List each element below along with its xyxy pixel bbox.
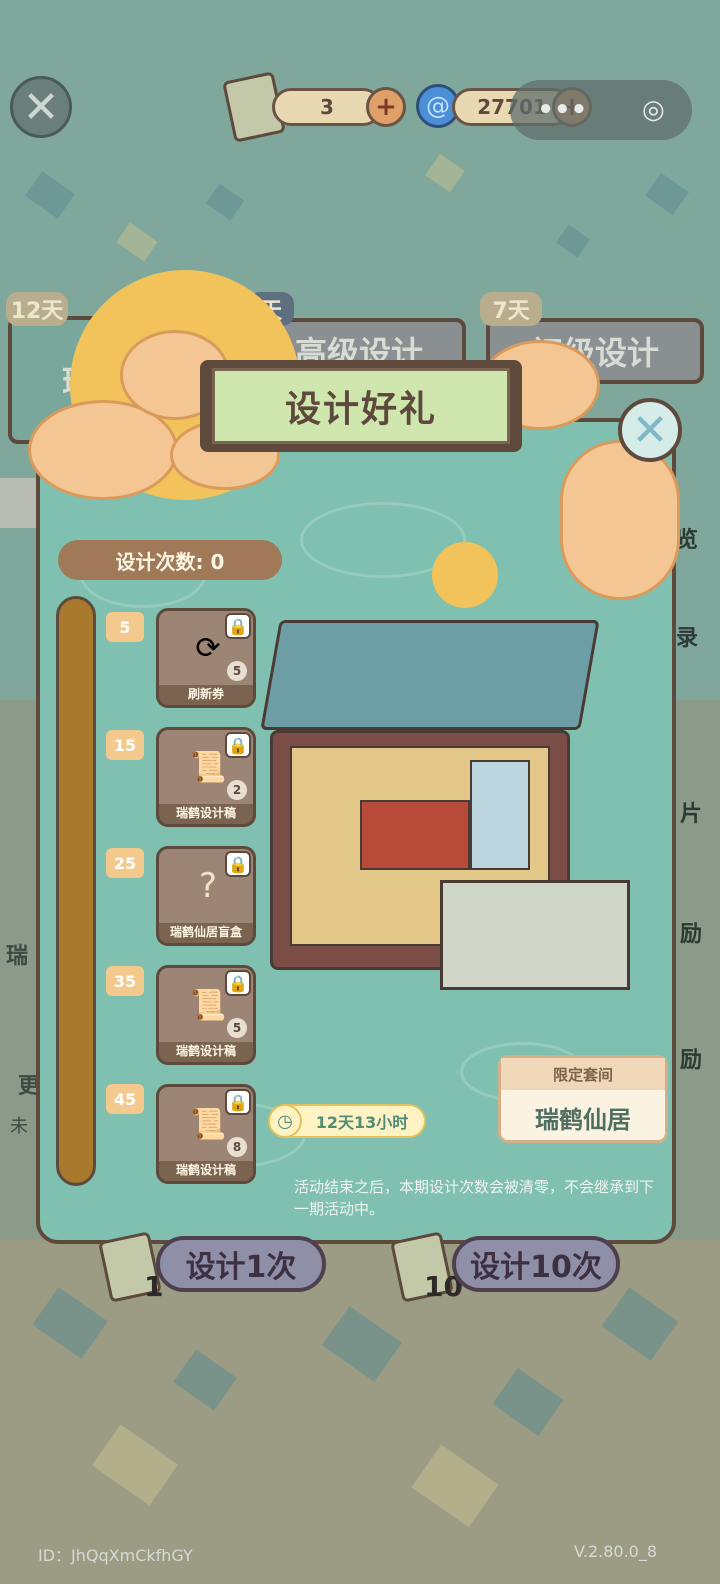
lock-icon: 🔒: [225, 970, 251, 996]
add-scroll-button[interactable]: +: [366, 87, 406, 127]
modal-close-button[interactable]: ✕: [618, 398, 682, 462]
target-close-icon[interactable]: ◎: [642, 95, 665, 125]
screen-furniture: [470, 760, 530, 870]
milestone-marker: 15: [106, 730, 144, 760]
more-menu-icon[interactable]: •••: [537, 95, 587, 125]
bed-furniture: [360, 800, 470, 870]
right-partial-label: 励: [680, 922, 703, 947]
milestone-marker: 35: [106, 966, 144, 996]
lock-icon: 🔒: [225, 613, 251, 639]
tab1-day-badge: 12天: [6, 292, 68, 326]
cloud-decoration: [560, 440, 680, 600]
progress-track: [56, 596, 96, 1186]
limited-suite-card[interactable]: 限定套间 瑞鹤仙居: [498, 1055, 668, 1143]
railing-fence: [440, 880, 630, 990]
miniprogram-capsule: ••• ◎: [510, 80, 692, 140]
reward-refresh-ticket[interactable]: ⟳ 🔒 5 刷新券: [156, 608, 256, 708]
pavilion-roof: [260, 620, 600, 730]
milestone-marker: 45: [106, 1084, 144, 1114]
clock-icon: ◷: [268, 1104, 302, 1138]
tab3-day-badge: 7天: [480, 292, 542, 326]
design-ten-button[interactable]: 设计10次: [452, 1236, 620, 1292]
activity-notice: 活动结束之后，本期设计次数会被清零，不会继承到下一期活动中。: [294, 1178, 655, 1218]
lock-icon: 🔒: [225, 1089, 251, 1115]
left-partial-label: 未: [10, 1116, 28, 1137]
side-strip: [0, 478, 36, 528]
reward-crane-scroll[interactable]: 📜 🔒 5 瑞鹤设计稿: [156, 965, 256, 1065]
modal-title: 设计好礼: [212, 368, 510, 444]
milestone-marker: 25: [106, 848, 144, 878]
design-once-button[interactable]: 设计1次: [156, 1236, 326, 1292]
lock-icon: 🔒: [225, 851, 251, 877]
user-id: ID：JhQqXmCkfhGY: [38, 1546, 193, 1565]
left-partial-label: 瑞: [6, 944, 29, 969]
mini-sun: [432, 542, 498, 608]
lock-icon: 🔒: [225, 732, 251, 758]
reward-crane-scroll[interactable]: 📜 🔒 8 瑞鹤设计稿: [156, 1084, 256, 1184]
right-partial-label: 励: [680, 1048, 703, 1073]
reward-crane-scroll[interactable]: 📜 🔒 2 瑞鹤设计稿: [156, 727, 256, 827]
milestone-marker: 5: [106, 612, 144, 642]
right-partial-label: 片: [680, 802, 703, 827]
design-count-pill: 设计次数: 0: [58, 540, 282, 580]
exit-button[interactable]: ✕: [10, 76, 72, 138]
reward-mystery-box[interactable]: ? 🔒 瑞鹤仙居盲盒: [156, 846, 256, 946]
version-label: V.2.80.0_8: [574, 1542, 658, 1561]
right-partial-label: 录: [676, 626, 699, 651]
